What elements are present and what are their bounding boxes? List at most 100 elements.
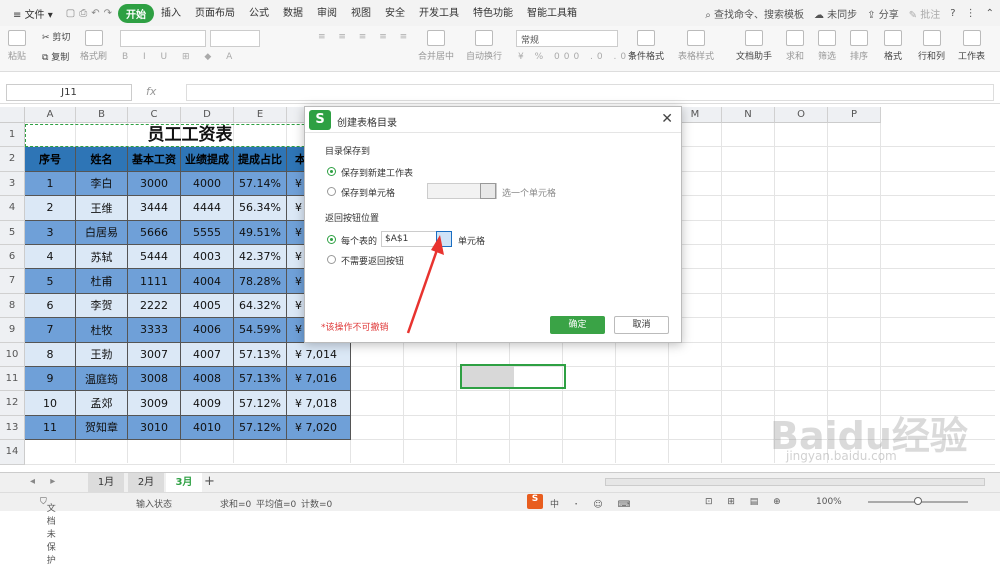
paste-button[interactable]: 粘贴 — [8, 30, 26, 62]
ime-toolbar[interactable]: 中 ･ ☺ ⌨ — [550, 497, 636, 510]
table-cell[interactable]: 8 — [25, 342, 76, 367]
opt-cell-label[interactable]: 保存到单元格 — [341, 186, 395, 199]
table-cell[interactable]: 10 — [25, 391, 76, 416]
sort-button[interactable]: 排序 — [850, 30, 868, 62]
table-cell[interactable]: 4003 — [181, 245, 234, 270]
table-cell[interactable]: ¥ 7,020 — [287, 415, 351, 441]
rowcol-button[interactable]: 行和列 — [918, 30, 945, 62]
table-cell[interactable]: 49.51% — [234, 220, 287, 245]
more-icon[interactable]: ⋮ — [966, 8, 976, 19]
table-cell[interactable]: 4000 — [181, 171, 234, 197]
table-cell[interactable]: 2 — [25, 196, 76, 221]
column-header-P[interactable]: P — [828, 107, 881, 123]
table-header-cell[interactable]: 提成占比 — [234, 147, 287, 172]
selected-cell[interactable] — [460, 364, 566, 389]
table-cell[interactable]: 7 — [25, 318, 76, 343]
table-cell[interactable]: 57.13% — [234, 342, 287, 367]
font-family-select[interactable] — [120, 30, 206, 47]
table-cell[interactable]: 2222 — [128, 293, 181, 319]
sum-button[interactable]: 求和 — [786, 30, 804, 62]
menu-tab-4[interactable]: 数据 — [276, 4, 310, 23]
column-header-D[interactable]: D — [181, 107, 234, 123]
table-cell[interactable]: 4005 — [181, 293, 234, 319]
wrap-button[interactable]: 自动换行 — [466, 30, 502, 62]
menu-tab-8[interactable]: 开发工具 — [412, 4, 466, 23]
row-header-14[interactable]: 14 — [0, 440, 25, 465]
table-cell[interactable]: 1111 — [128, 269, 181, 294]
redo-icon[interactable]: ↷ — [104, 8, 112, 19]
opt-new-sheet-label[interactable]: 保存到新建工作表 — [341, 166, 413, 179]
menu-tab-2[interactable]: 页面布局 — [188, 4, 242, 23]
table-cell[interactable]: 3010 — [128, 415, 181, 441]
table-cell[interactable]: 4010 — [181, 415, 234, 441]
table-cell[interactable]: 苏轼 — [76, 245, 128, 270]
name-box[interactable]: J11 — [6, 84, 132, 101]
table-cell[interactable]: 5555 — [181, 220, 234, 245]
row-header-12[interactable]: 12 — [0, 391, 25, 416]
table-cell[interactable]: 李贺 — [76, 293, 128, 319]
table-cell[interactable]: 5666 — [128, 220, 181, 245]
fx-icon[interactable]: fx — [146, 85, 156, 98]
ok-button[interactable]: 确定 — [550, 316, 605, 334]
table-cell[interactable]: 王勃 — [76, 342, 128, 367]
collapse-icon[interactable]: ⌃ — [986, 8, 994, 19]
align-buttons[interactable]: ≡ ≡ ≡ ≡ ≡ — [318, 32, 412, 42]
table-cell[interactable]: 3444 — [128, 196, 181, 221]
worksheet-button[interactable]: 工作表 — [958, 30, 985, 62]
menu-tab-7[interactable]: 安全 — [378, 4, 412, 23]
ime-logo-icon[interactable]: S — [527, 494, 543, 509]
conditional-format-button[interactable]: 条件格式 — [628, 30, 664, 62]
table-cell[interactable]: 4007 — [181, 342, 234, 367]
column-header-A[interactable]: A — [25, 107, 76, 123]
formula-input[interactable] — [186, 84, 994, 101]
table-cell[interactable]: 杜牧 — [76, 318, 128, 343]
table-cell[interactable]: 4006 — [181, 318, 234, 343]
row-header-13[interactable]: 13 — [0, 415, 25, 441]
number-format-select[interactable]: 常规 — [516, 30, 618, 47]
table-header-cell[interactable]: 序号 — [25, 147, 76, 172]
row-header-11[interactable]: 11 — [0, 367, 25, 392]
table-cell[interactable]: 78.28% — [234, 269, 287, 294]
table-cell[interactable]: 1 — [25, 171, 76, 197]
font-style-buttons[interactable]: B I U ⊞ ◆ A — [122, 52, 238, 62]
table-cell[interactable]: 贺知章 — [76, 415, 128, 441]
row-header-7[interactable]: 7 — [0, 269, 25, 294]
column-header-E[interactable]: E — [234, 107, 287, 123]
column-header-C[interactable]: C — [128, 107, 181, 123]
tab-nav-icons[interactable]: ◂ ▸ — [30, 476, 61, 487]
table-cell[interactable]: 54.59% — [234, 318, 287, 343]
format-painter-button[interactable]: 格式刷 — [80, 30, 107, 62]
zoom-level[interactable]: 100% — [816, 497, 842, 507]
table-header-cell[interactable]: 基本工资 — [128, 147, 181, 172]
column-header-O[interactable]: O — [775, 107, 828, 123]
row-header-6[interactable]: 6 — [0, 245, 25, 270]
menu-tab-0[interactable]: 开始 — [118, 3, 154, 23]
row-header-5[interactable]: 5 — [0, 220, 25, 245]
table-cell[interactable]: ¥ 7,018 — [287, 391, 351, 416]
table-cell[interactable]: 42.37% — [234, 245, 287, 270]
share-button[interactable]: ⇪ 分享 — [867, 6, 899, 21]
table-cell[interactable]: 3000 — [128, 171, 181, 197]
horizontal-scrollbar[interactable] — [605, 478, 985, 486]
table-cell[interactable]: 杜甫 — [76, 269, 128, 294]
radio-each-sheet[interactable] — [327, 235, 336, 244]
menu-tab-6[interactable]: 视图 — [344, 4, 378, 23]
add-sheet-icon[interactable]: + — [204, 474, 215, 489]
row-header-1[interactable]: 1 — [0, 123, 25, 148]
table-cell[interactable]: 3008 — [128, 367, 181, 392]
table-style-button[interactable]: 表格样式 — [678, 30, 714, 62]
table-cell[interactable]: 57.12% — [234, 391, 287, 416]
font-size-select[interactable] — [210, 30, 260, 47]
table-cell[interactable]: 温庭筠 — [76, 367, 128, 392]
menu-tab-5[interactable]: 审阅 — [310, 4, 344, 23]
range-picker-icon[interactable] — [480, 183, 496, 199]
table-cell[interactable]: 9 — [25, 367, 76, 392]
view-mode-icons[interactable]: ⊡ ⊞ ▤ ⊕ — [705, 497, 787, 507]
table-cell[interactable]: 4009 — [181, 391, 234, 416]
sheet-tab-1[interactable]: 2月 — [128, 473, 164, 492]
number-buttons[interactable]: ¥ % 000 .0 .00 — [518, 52, 640, 62]
undo-icon[interactable]: ↶ — [91, 8, 99, 19]
table-header-cell[interactable]: 姓名 — [76, 147, 128, 172]
table-cell[interactable]: ¥ 7,014 — [287, 342, 351, 367]
table-cell[interactable]: 57.12% — [234, 415, 287, 441]
